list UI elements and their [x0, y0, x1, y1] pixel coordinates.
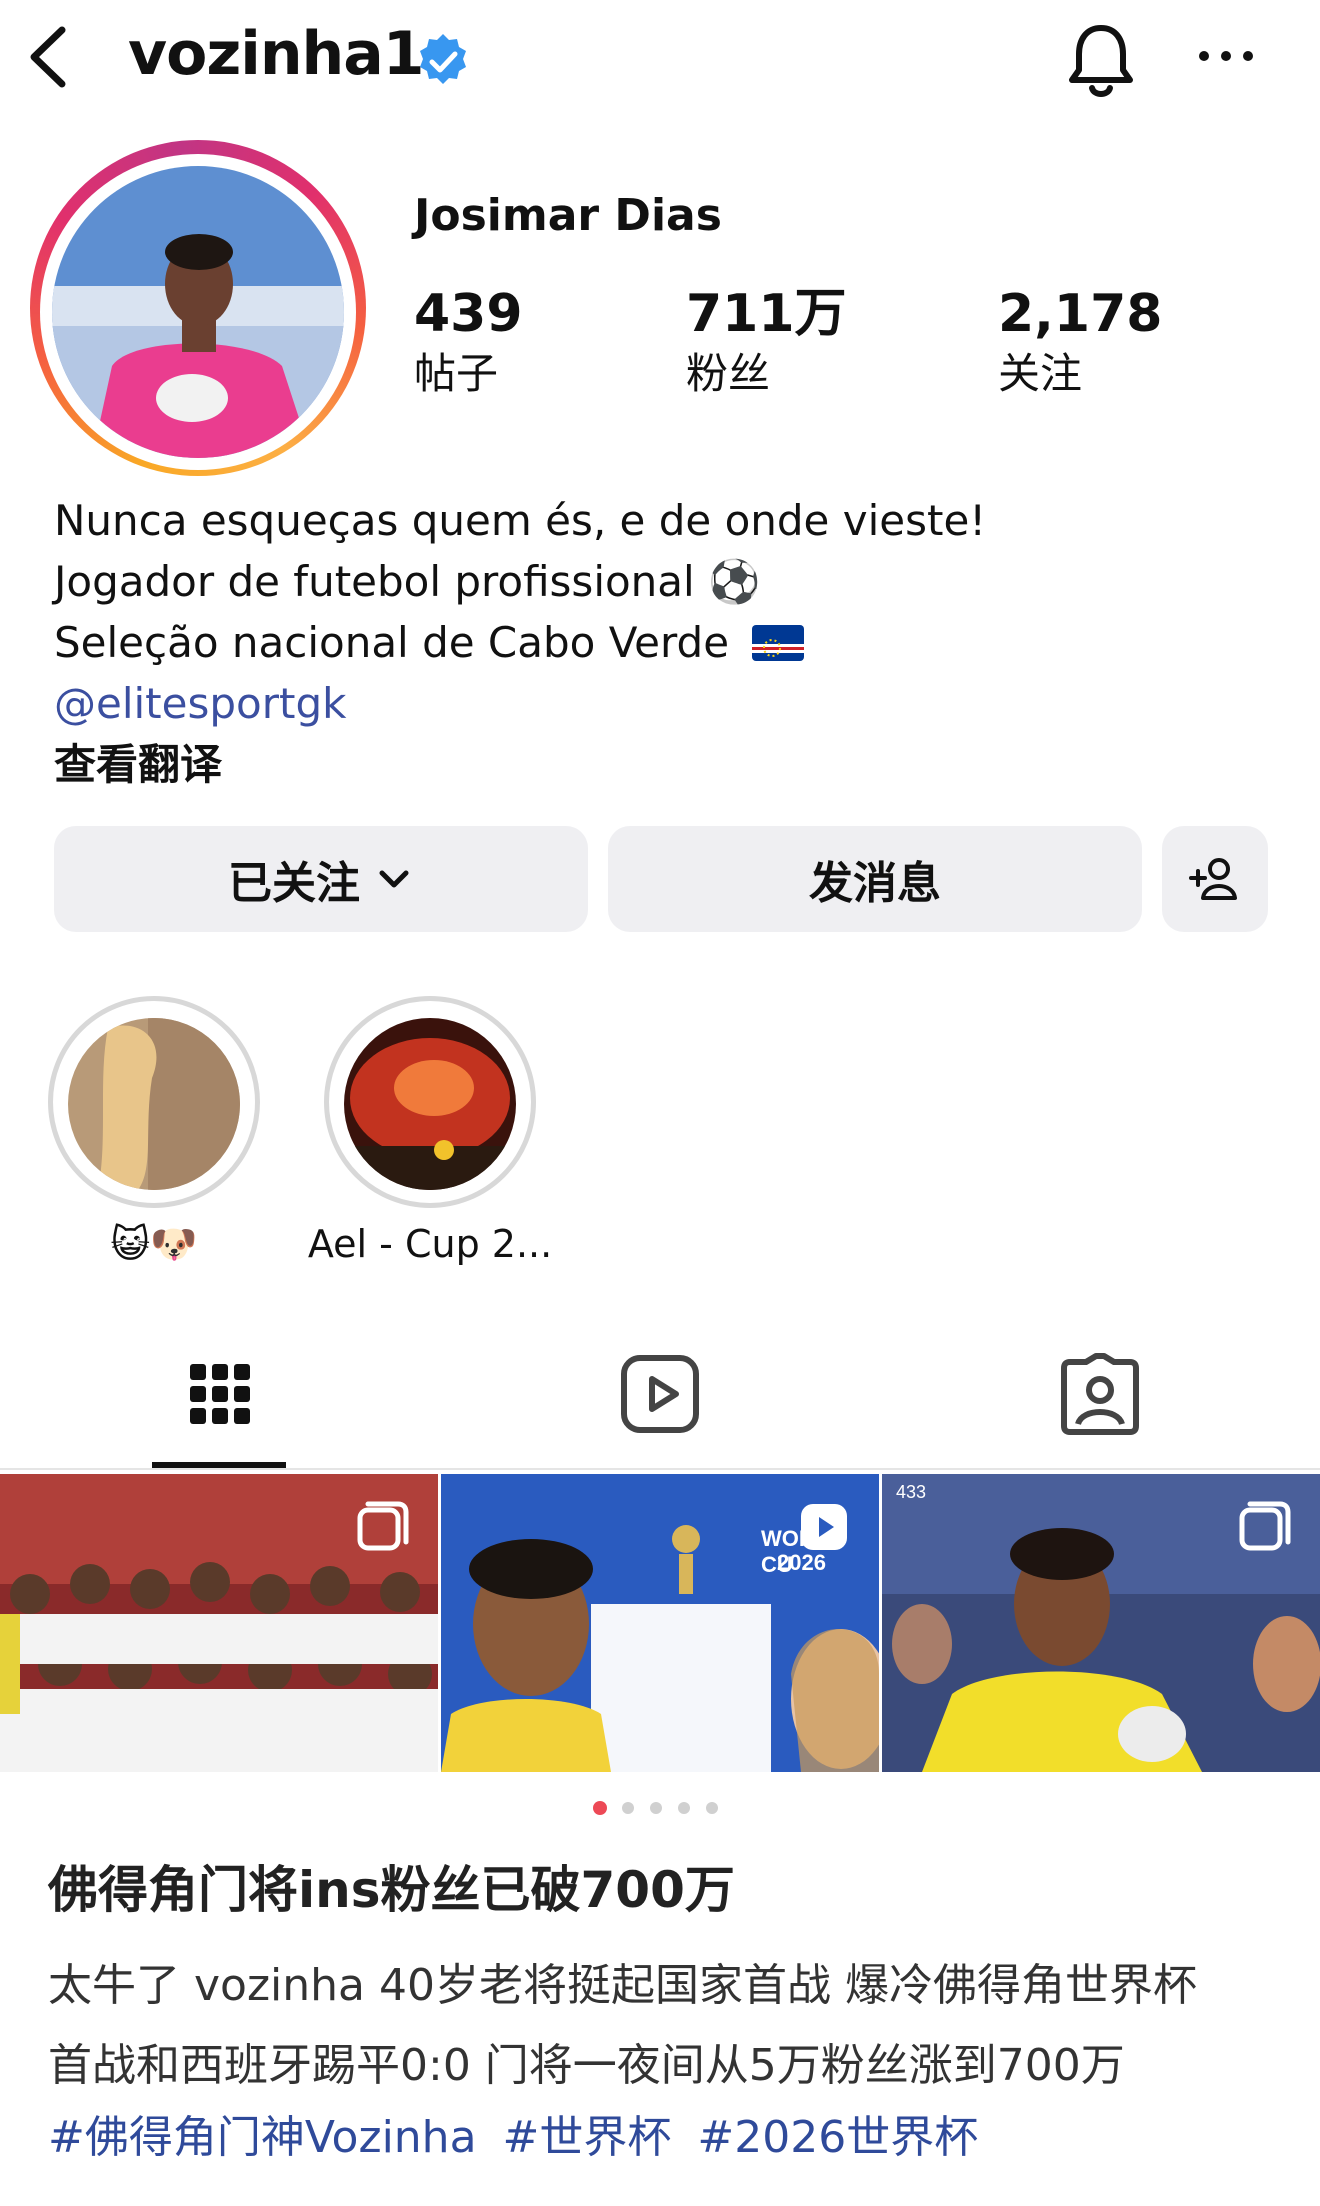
hashtag-link[interactable]: #佛得角门神Vozinha [48, 2112, 477, 2163]
carousel-icon [357, 1501, 409, 1551]
top-bar: vozinha1 [0, 0, 1320, 110]
posts-stat[interactable]: 439 帖子 [414, 282, 634, 402]
add-person-icon [1189, 858, 1237, 900]
avatar-photo [52, 166, 344, 458]
carousel-dots [593, 1801, 718, 1815]
chevron-down-icon [379, 870, 409, 888]
post-corner-text: 433 [896, 1482, 927, 1502]
chevron-left-icon[interactable] [22, 22, 74, 92]
carousel-icon [1239, 1501, 1291, 1551]
highlight-cover[interactable] [68, 1018, 240, 1190]
following-button[interactable]: 已关注 [54, 826, 588, 932]
reels-icon[interactable] [618, 1352, 702, 1436]
tagged-icon[interactable] [1058, 1352, 1142, 1436]
cape-verde-flag-icon [752, 625, 805, 661]
highlight-label: Ael - Cup 2... [307, 1222, 553, 1266]
hashtag-link[interactable]: #2026世界杯 [697, 2112, 978, 2163]
highlight-cover[interactable] [344, 1018, 516, 1190]
bio-line: Nunca esqueças quem és, e de onde vieste… [54, 496, 987, 545]
bio-line: Jogador de futebol profissional ⚽ [54, 557, 761, 606]
tab-divider [0, 1468, 1320, 1470]
followers-count: 711万 [686, 284, 847, 344]
message-button[interactable]: 发消息 [608, 826, 1142, 932]
full-name: Josimar Dias [414, 190, 722, 241]
highlight-photo [344, 1018, 516, 1190]
reels-icon [801, 1504, 847, 1550]
followers-label: 粉丝 [686, 349, 771, 398]
article-title: 佛得角门将ins粉丝已破700万 [48, 1861, 735, 1919]
suggest-people-button[interactable] [1162, 826, 1268, 932]
following-stat[interactable]: 2,178 关注 [998, 282, 1218, 402]
avatar[interactable] [52, 166, 344, 458]
verified-badge-icon [420, 34, 466, 84]
bio: Nunca esqueças quem és, e de onde vieste… [54, 490, 1254, 795]
bio-line: Seleção nacional de Cabo Verde [54, 612, 1254, 673]
hashtag-link[interactable]: #世界杯 [503, 2112, 672, 2163]
description-line: 太牛了 vozinha 40岁老将挺起国家首战 爆冷佛得角世界杯 [48, 1960, 1197, 2011]
following-label: 关注 [998, 349, 1083, 398]
description-line: 首战和西班牙踢平0:0 门将一夜间从5万粉丝涨到700万 [48, 2040, 1125, 2091]
ellipsis-icon[interactable] [1196, 46, 1256, 66]
highlight-label: 😺🐶 [110, 1222, 198, 1266]
profile-username: vozinha1 [128, 19, 424, 89]
bio-line-text: Seleção nacional de Cabo Verde [54, 618, 730, 667]
following-button-label: 已关注 [228, 858, 360, 909]
bell-icon[interactable] [1064, 20, 1138, 100]
article-description: 太牛了 vozinha 40岁老将挺起国家首战 爆冷佛得角世界杯 首战和西班牙踢… [48, 1946, 1288, 2106]
see-translation-link[interactable]: 查看翻译 [54, 734, 1254, 795]
hashtags: #佛得角门神Vozinha #世界杯 #2026世界杯 [48, 2106, 990, 2170]
bio-link[interactable]: @elitesportgk [54, 673, 1254, 734]
message-button-label: 发消息 [809, 858, 941, 909]
highlight-photo [68, 1018, 240, 1190]
grid-icon[interactable] [178, 1352, 262, 1436]
followers-stat[interactable]: 711万 粉丝 [686, 282, 906, 402]
posts-count: 439 [414, 284, 523, 344]
posts-label: 帖子 [414, 349, 499, 398]
following-count: 2,178 [998, 284, 1163, 344]
